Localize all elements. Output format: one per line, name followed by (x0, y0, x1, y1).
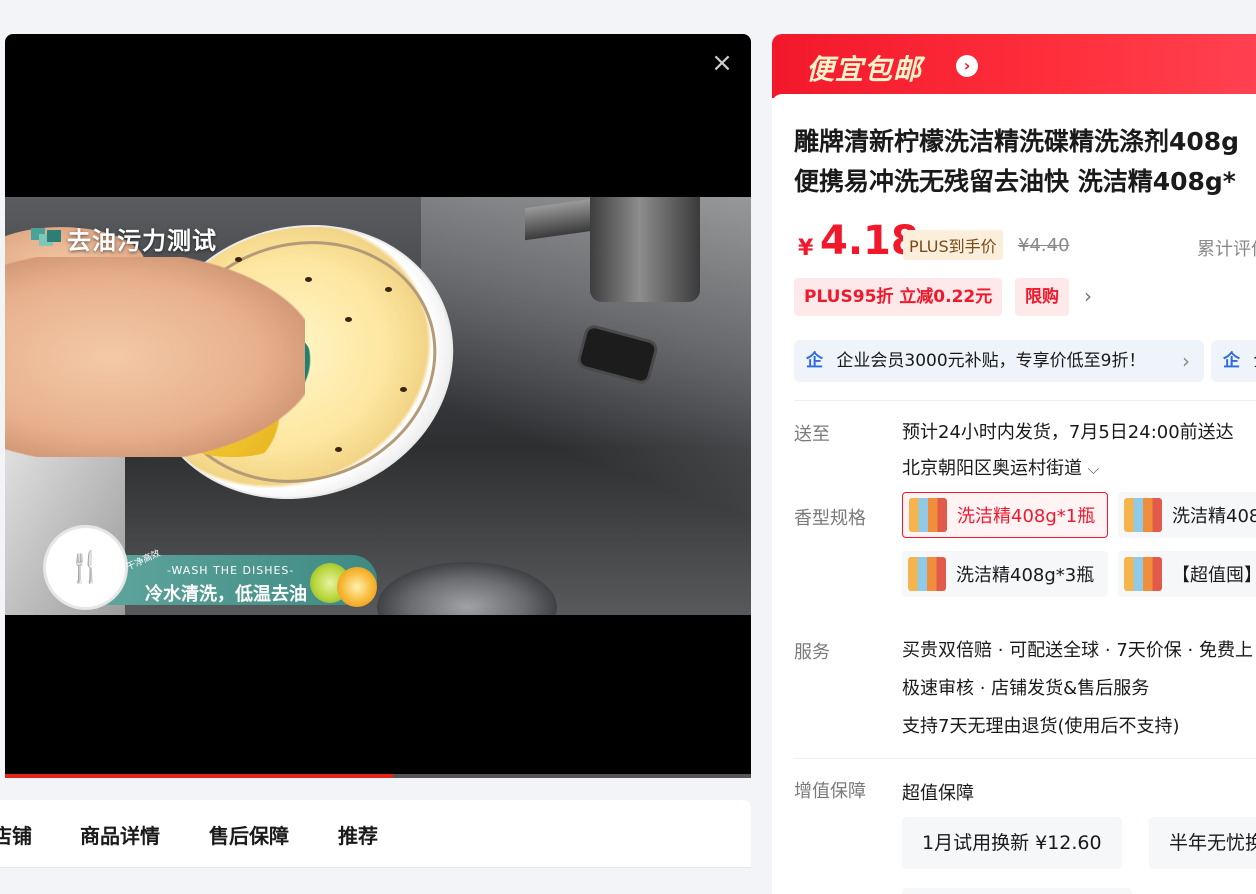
video-progress-bar[interactable] (5, 774, 751, 778)
plus-price-tag: PLUS到手价 (903, 230, 1003, 260)
divider (794, 400, 1256, 401)
spec-option[interactable]: 洗洁精408g*3瓶 (902, 551, 1108, 597)
video-progress-fill (5, 774, 393, 778)
sink-highlight (421, 197, 751, 615)
faucet (590, 197, 700, 302)
spec-option-label: 洗洁精408g*3瓶 (956, 565, 1095, 586)
product-thumbnail (1124, 557, 1162, 591)
service-line1: 买贵双倍赔 · 可配送全球 · 7天价保 · 免费上 (902, 640, 1253, 661)
tab-after-sales[interactable]: 售后保障 (209, 820, 289, 849)
enterprise-subsidy-pill[interactable]: 企 企业会员3000元补贴，专享价低至9折！ › (794, 340, 1204, 382)
spec-option[interactable]: 洗洁精408g*1瓶 (902, 492, 1108, 538)
orange-slice-icon (337, 567, 377, 607)
enterprise-pill-2[interactable]: 企 企 (1211, 340, 1256, 382)
caption-chinese: 冷水清洗，低温去油 (145, 584, 307, 605)
chevron-right-icon[interactable]: › (1084, 284, 1092, 308)
product-thumbnail (908, 557, 946, 591)
grease-speck (305, 277, 312, 282)
logo-mark-icon (31, 227, 63, 250)
enterprise-icon: 企 (1223, 351, 1240, 371)
enterprise-subsidy-text: 企业会员3000元补贴，专享价低至9折！ (836, 351, 1146, 371)
limited-purchase-tag: 限购 (1015, 278, 1069, 316)
caption-english: -WASH THE DISHES- (167, 564, 295, 577)
promo-label: 便宜包邮 (806, 53, 923, 86)
video-player[interactable]: × 去油污力测试 🍴 干净高效 -WASH THE DISHES- 冷水清洗，低… (5, 34, 751, 778)
product-thumbnail (909, 498, 947, 532)
promo-banner[interactable]: 便宜包邮 › (772, 34, 1256, 98)
spec-option[interactable]: 洗洁精408g*2瓶 (1118, 492, 1256, 538)
grease-speck (345, 317, 352, 322)
spec-option-label: 【超值囤】 (1172, 565, 1256, 586)
review-count-link[interactable]: 累计评价 (1197, 235, 1256, 261)
delivery-address-text: 北京朝阳区奥运村街道 (902, 458, 1082, 479)
grease-speck (400, 387, 407, 392)
hand (5, 257, 305, 457)
grease-speck (335, 447, 342, 452)
cutlery-icon: 🍴 (43, 525, 128, 610)
detail-tab-bar: 店铺 商品详情 售后保障 推荐 (0, 800, 751, 868)
spec-option-label: 洗洁精408g*2瓶 (1172, 506, 1256, 527)
video-overlay-title: 去油污力测试 (31, 221, 217, 256)
vas-option-partial[interactable] (902, 888, 1132, 894)
product-title-line2: 便携易冲洗无残留去油快 洗洁精408g* (794, 167, 1236, 196)
divider (794, 758, 1256, 759)
product-title-line1: 雕牌清新柠檬洗洁精洗碟精洗涤剂408g (794, 127, 1240, 156)
close-icon[interactable]: × (709, 50, 735, 76)
original-price: ¥4.40 (1018, 235, 1070, 256)
plus-discount-tag[interactable]: PLUS95折 立减0.22元 (794, 278, 1003, 316)
overlay-title-text: 去油污力测试 (67, 227, 217, 255)
spec-option-label: 洗洁精408g*1瓶 (957, 506, 1096, 527)
spec-option[interactable]: 【超值囤】 (1118, 551, 1256, 597)
product-info-panel: 雕牌清新柠檬洗洁精洗碟精洗涤剂408g 便携易冲洗无残留去油快 洗洁精408g*… (772, 94, 1256, 894)
price-currency: ¥ (798, 236, 814, 261)
service-label: 服务 (794, 642, 830, 663)
service-line3: 支持7天无理由退货(使用后不支持) (902, 716, 1180, 737)
tab-store[interactable]: 店铺 (0, 820, 32, 849)
vas-option[interactable]: 1月试用换新 ¥12.60 (902, 817, 1122, 869)
value-added-title: 超值保障 (902, 783, 974, 804)
delivery-address[interactable]: 北京朝阳区奥运村街道 ⌵ (902, 454, 1099, 480)
tab-product-details[interactable]: 商品详情 (80, 820, 160, 849)
delivery-label: 送至 (794, 424, 830, 445)
tab-recommend[interactable]: 推荐 (338, 820, 378, 849)
value-added-label: 增值保障 (794, 781, 866, 802)
arrow-right-icon: › (956, 55, 978, 77)
enterprise-icon: 企 (806, 351, 823, 371)
video-frame: 去油污力测试 🍴 干净高效 -WASH THE DISHES- 冷水清洗，低温去… (5, 197, 751, 615)
vas-option[interactable]: 半年无忧换新 (1149, 817, 1256, 869)
service-line2: 极速审核 · 店铺发货&售后服务 (902, 678, 1150, 699)
grease-speck (385, 287, 392, 292)
delivery-eta: 预计24小时内发货，7月5日24:00前送达 (902, 422, 1234, 443)
spec-label: 香型规格 (794, 508, 866, 529)
chevron-down-icon: ⌵ (1087, 460, 1100, 478)
product-thumbnail (1124, 498, 1162, 532)
chevron-right-icon: › (1182, 349, 1190, 373)
